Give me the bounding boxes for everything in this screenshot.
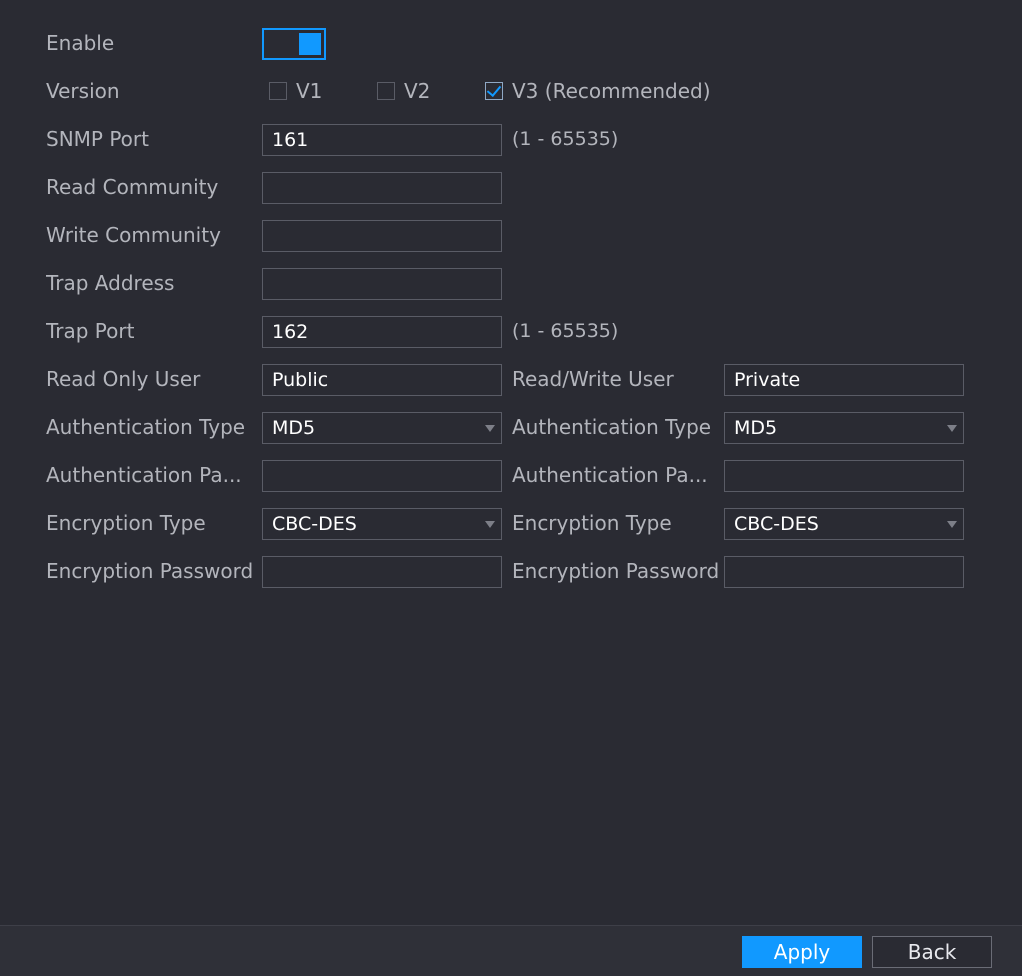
- read-only-auth-type-select[interactable]: MD5: [262, 412, 502, 444]
- read-write-enc-password-label: Encryption Password: [512, 559, 718, 583]
- read-only-enc-type-select[interactable]: CBC-DES: [262, 508, 502, 540]
- version-v1-checkbox[interactable]: [269, 82, 287, 100]
- enable-toggle[interactable]: [262, 28, 326, 60]
- chevron-down-icon: [485, 521, 495, 528]
- read-write-enc-type-value: CBC-DES: [734, 513, 819, 535]
- read-only-enc-password-label: Encryption Password: [46, 559, 252, 583]
- footer-bar: Apply Back: [0, 925, 1022, 976]
- snmp-settings-panel: Enable Version V1 V2 V3 (Recommended) SN…: [0, 0, 1022, 925]
- read-community-input[interactable]: [262, 172, 502, 204]
- read-only-user-label: Read Only User: [46, 367, 201, 391]
- checkmark-icon: [486, 81, 502, 98]
- snmp-port-range-hint: (1 - 65535): [512, 128, 619, 150]
- read-write-user-input[interactable]: [724, 364, 964, 396]
- chevron-down-icon: [947, 425, 957, 432]
- enable-label: Enable: [46, 31, 115, 55]
- version-v2-label: V2: [404, 79, 431, 103]
- read-only-auth-type-label: Authentication Type: [46, 415, 246, 439]
- write-community-input[interactable]: [262, 220, 502, 252]
- read-write-enc-password-input[interactable]: [724, 556, 964, 588]
- trap-port-range-hint: (1 - 65535): [512, 320, 619, 342]
- snmp-port-input[interactable]: [262, 124, 502, 156]
- read-only-auth-password-label: Authentication Pa...: [46, 463, 242, 487]
- trap-address-label: Trap Address: [46, 271, 175, 295]
- read-only-enc-password-input[interactable]: [262, 556, 502, 588]
- toggle-knob: [299, 33, 321, 55]
- trap-port-label: Trap Port: [46, 319, 135, 343]
- trap-address-input[interactable]: [262, 268, 502, 300]
- back-button[interactable]: Back: [872, 936, 992, 968]
- read-write-auth-type-value: MD5: [734, 417, 778, 439]
- version-v3-checkbox[interactable]: [485, 81, 503, 100]
- snmp-port-label: SNMP Port: [46, 127, 149, 151]
- read-write-user-label: Read/Write User: [512, 367, 674, 391]
- version-label: Version: [46, 79, 120, 103]
- version-v1-label: V1: [296, 79, 323, 103]
- read-write-enc-type-label: Encryption Type: [512, 511, 672, 535]
- read-only-enc-type-label: Encryption Type: [46, 511, 206, 535]
- read-write-auth-password-label: Authentication Pa...: [512, 463, 708, 487]
- apply-button[interactable]: Apply: [742, 936, 862, 968]
- chevron-down-icon: [485, 425, 495, 432]
- trap-port-input[interactable]: [262, 316, 502, 348]
- version-v3-label: V3 (Recommended): [512, 79, 711, 103]
- read-write-auth-type-label: Authentication Type: [512, 415, 712, 439]
- read-only-auth-type-value: MD5: [272, 417, 316, 439]
- read-write-auth-password-input[interactable]: [724, 460, 964, 492]
- chevron-down-icon: [947, 521, 957, 528]
- read-community-label: Read Community: [46, 175, 219, 199]
- read-write-enc-type-select[interactable]: CBC-DES: [724, 508, 964, 540]
- version-v2-checkbox[interactable]: [377, 82, 395, 100]
- write-community-label: Write Community: [46, 223, 221, 247]
- read-only-user-input[interactable]: [262, 364, 502, 396]
- read-only-enc-type-value: CBC-DES: [272, 513, 357, 535]
- read-only-auth-password-input[interactable]: [262, 460, 502, 492]
- read-write-auth-type-select[interactable]: MD5: [724, 412, 964, 444]
